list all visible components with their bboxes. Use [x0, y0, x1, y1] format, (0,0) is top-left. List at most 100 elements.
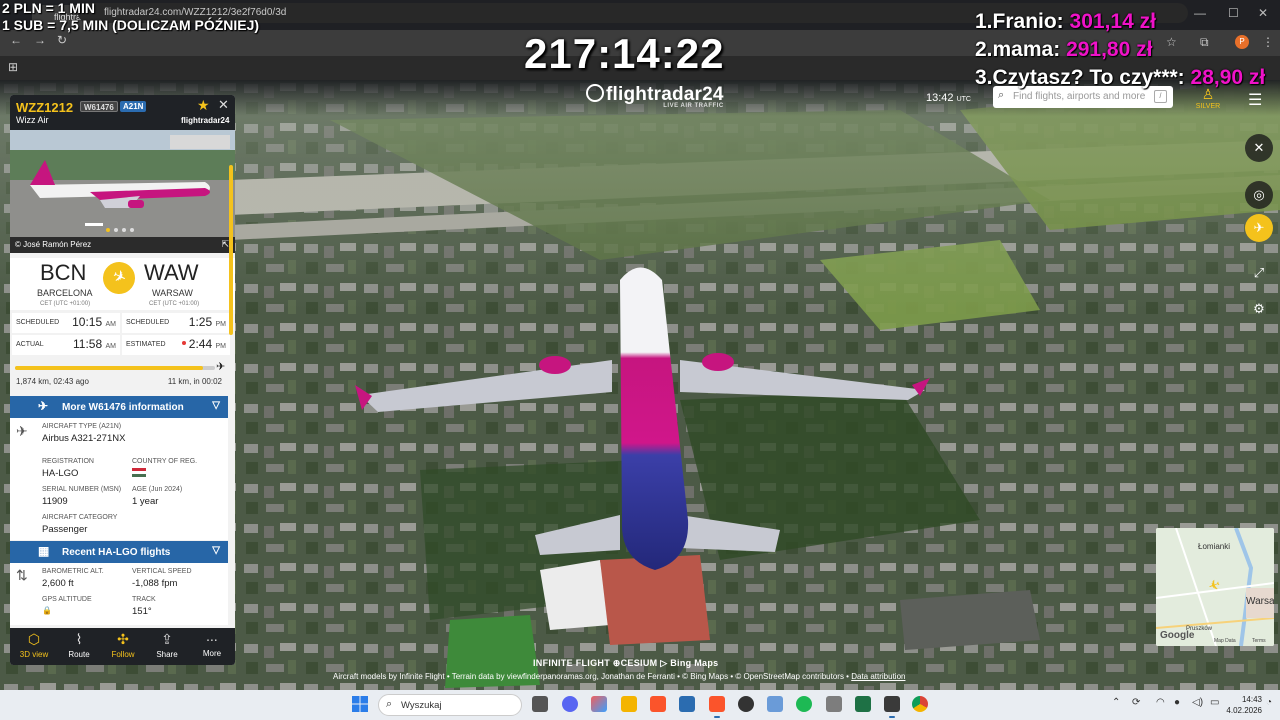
flight-progress: ✈ — [15, 361, 229, 373]
settings-gear-icon[interactable]: ⚙ — [1245, 295, 1273, 323]
fr24-logo-icon — [586, 84, 604, 102]
notifications-icon[interactable]: ◔ — [1266, 697, 1272, 708]
panel-close-icon[interactable]: ✕ — [218, 97, 229, 113]
photo-credit-bar: © José Ramón Pérez ⇱ — [10, 237, 235, 253]
close-3d-view-icon[interactable]: ✕ — [1245, 134, 1273, 162]
route-summary: BCN BARCELONA CET (UTC +01:00) ✈ WAW WAR… — [10, 256, 235, 310]
volume-icon[interactable]: ◁) — [1192, 697, 1203, 708]
map-data-link[interactable]: Map Data — [1214, 638, 1236, 644]
obs-icon[interactable] — [738, 696, 754, 712]
camera-orbit-icon[interactable]: ◎ — [1245, 181, 1273, 209]
forward-icon[interactable]: → — [34, 33, 46, 47]
reload-icon[interactable]: ↻ — [57, 33, 67, 47]
external-link-icon[interactable]: ⇱ — [221, 239, 229, 250]
settings-app-icon[interactable] — [826, 696, 842, 712]
more-info-toggle[interactable]: ✈ More W61476 information ▽ — [10, 396, 228, 418]
hamburger-menu-icon[interactable]: ☰ — [1248, 90, 1262, 110]
leaderboard-name: 2.mama: — [975, 38, 1061, 61]
toolbar-label: Follow — [111, 650, 135, 659]
field-label: VERTICAL SPEED — [132, 568, 192, 575]
store-icon[interactable] — [679, 696, 695, 712]
copilot-icon[interactable] — [591, 696, 607, 712]
photo-credit: © José Ramón Pérez — [15, 240, 92, 249]
wifi-icon[interactable]: ◠ — [1156, 697, 1165, 708]
windows-taskbar — [0, 690, 1280, 720]
lock-icon[interactable]: 🔒 — [42, 606, 52, 615]
toolbar-label: Share — [156, 650, 178, 659]
map-credits: Aircraft models by Infinite Flight • Ter… — [333, 672, 905, 681]
fr24-logo[interactable]: flightradar24 LIVE AIR TRAFFIC — [586, 84, 724, 109]
utc-clock: 13:42 UTC — [926, 92, 971, 104]
toolbar-label: 3D view — [19, 650, 49, 659]
terms-link[interactable]: Terms — [1252, 638, 1266, 644]
windows-start-icon[interactable] — [352, 696, 368, 712]
discord-icon[interactable] — [562, 696, 578, 712]
rule-line-1: 2 PLN = 1 MIN — [2, 0, 95, 16]
registration[interactable]: HA-LGO — [42, 468, 78, 479]
apps-grid-icon[interactable]: ⊞ — [8, 60, 18, 74]
route-button[interactable]: ⌇ Route — [57, 631, 101, 659]
leaderboard-name: 1.Franio: — [975, 10, 1064, 33]
follow-button[interactable]: ✣ Follow — [101, 631, 145, 659]
recent-flights-toggle[interactable]: ▦ Recent HA-LGO flights ▽ — [10, 541, 228, 563]
origin-iata[interactable]: BCN — [40, 260, 86, 286]
aircraft-photo[interactable] — [10, 130, 235, 237]
task-view-icon[interactable] — [532, 696, 548, 712]
file-explorer-icon[interactable] — [621, 696, 637, 712]
taskbar-search[interactable]: ⌕ Wyszukaj — [378, 694, 522, 716]
back-icon[interactable]: ← — [10, 33, 22, 47]
flight-telemetry: ⇅ BAROMETRIC ALT. 2,600 ft VERTICAL SPEE… — [10, 563, 228, 625]
flight-details-panel: WZZ1212 W61476 A21N Wizz Air ★ ✕ flightr… — [10, 95, 235, 665]
section-label: More W61476 information — [62, 402, 184, 413]
battery-icon[interactable]: ▭ — [1210, 697, 1219, 708]
leaderboard-row: 2.mama: 291,80 zł — [975, 36, 1265, 64]
brave-icon[interactable] — [650, 696, 666, 712]
partner-logos: INFINITE FLIGHT ⊕CESIUM ▷ Bing Maps — [533, 658, 719, 668]
sync-icon[interactable]: ⟳ — [1132, 697, 1140, 708]
minimap[interactable]: Łomianki Warsaw Pruszków ✈ Google Map Da… — [1156, 528, 1274, 646]
taskbar-search-label: Wyszukaj — [401, 700, 442, 711]
data-attribution-link[interactable]: Data attribution — [851, 672, 905, 681]
account-tier: SILVER — [1195, 103, 1221, 110]
utc-time: 13:42 — [926, 92, 954, 104]
tray-overflow-icon[interactable]: ⌃ — [1112, 697, 1120, 708]
chevron-down-icon: ▽ — [212, 545, 220, 556]
favorite-star-icon[interactable]: ★ — [197, 97, 210, 114]
flight-sim-icon[interactable] — [884, 696, 900, 718]
photos-icon[interactable] — [767, 696, 783, 712]
excel-icon[interactable] — [855, 696, 871, 712]
more-button[interactable]: ∙∙∙ More — [190, 631, 234, 658]
destination-timezone: CET (UTC +01:00) — [149, 301, 200, 307]
scheduled-departure: SCHEDULED 10:15 AM — [12, 313, 120, 333]
panel-toolbar: ⬡ 3D view ⌇ Route ✣ Follow ⇪ Share ∙∙∙ More — [10, 628, 235, 665]
destination-city: WARSAW — [152, 288, 193, 298]
leaderboard-row: 3.Czytasz? To czy***: 28,90 zł — [975, 64, 1265, 92]
chrome-icon[interactable] — [912, 696, 928, 712]
3d-view-button[interactable]: ⬡ 3D view — [12, 631, 56, 659]
field-label: AIRCRAFT TYPE (A21N) — [42, 423, 122, 430]
microphone-icon[interactable]: ● — [1174, 697, 1180, 708]
fullscreen-icon[interactable]: ⤢ — [1245, 259, 1273, 287]
spotify-icon[interactable] — [796, 696, 812, 712]
plane-info-icon: ✈ — [38, 399, 49, 413]
time-value: 1:25 PM — [189, 315, 226, 329]
leaderboard-name: 3.Czytasz? To czy***: — [975, 66, 1185, 89]
field-label: AGE (Jun 2024) — [132, 486, 183, 493]
toolbar-label: More — [202, 649, 222, 658]
brave-active-icon[interactable] — [709, 696, 725, 718]
share-button[interactable]: ⇪ Share — [145, 631, 189, 659]
time-digits: 2:44 — [188, 337, 213, 351]
clock-time: 14:43 — [1241, 695, 1262, 704]
utc-label: UTC — [956, 96, 971, 103]
crosshair-icon: ✣ — [117, 631, 129, 647]
minimap-place-label: Warsaw — [1246, 596, 1274, 607]
actual-row: ACTUAL 11:58 AM ESTIMATED 2:44 PM — [10, 335, 235, 357]
field-label: SERIAL NUMBER (MSN) — [42, 486, 122, 493]
destination-iata[interactable]: WAW — [144, 260, 199, 286]
track-heading: 151° — [132, 606, 152, 617]
panel-scrollbar[interactable] — [229, 165, 233, 335]
plane-follow-icon[interactable]: ✈ — [1245, 214, 1273, 242]
taskbar-clock[interactable]: 14:43 4.02.2026 — [1222, 694, 1262, 716]
serial-number: 11909 — [42, 496, 68, 507]
altitude-icon: ⇅ — [16, 567, 28, 583]
